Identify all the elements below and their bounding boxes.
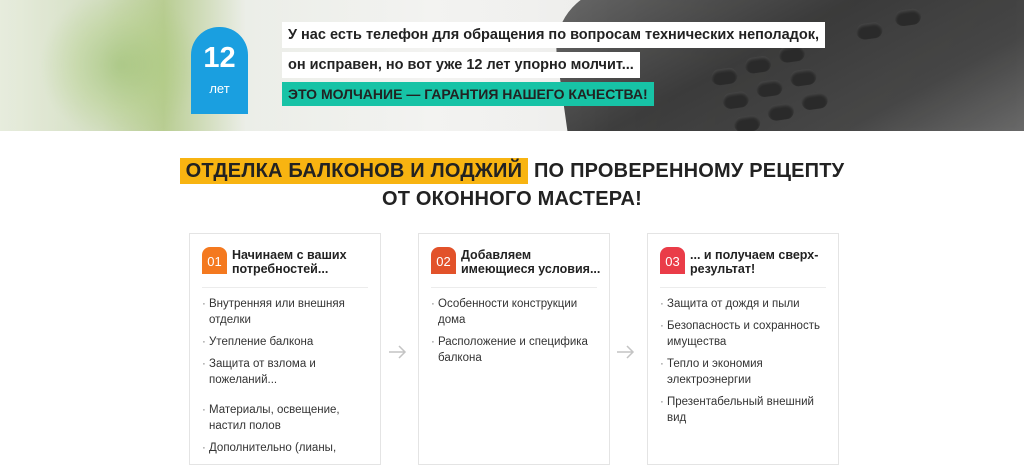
section-heading: ОТДЕЛКА БАЛКОНОВ И ЛОДЖИЙ ПО ПРОВЕРЕННОМ… (0, 157, 1024, 213)
step-number-badge: 03 (660, 247, 685, 274)
list-item: · Дополнительно (лианы, (202, 442, 337, 454)
years-number: 12 (203, 42, 236, 74)
step-title: Добавляем имеющиеся условия... (461, 248, 601, 276)
tagline-line-1: У нас есть телефон для обращения по вопр… (282, 22, 826, 48)
step-number-badge: 02 (431, 247, 456, 274)
list-item: · Особенности конструкции дома (431, 298, 578, 326)
tagline-accent: ЭТО МОЛЧАНИЕ — ГАРАНТИЯ НАШЕГО КАЧЕСТВА! (282, 82, 654, 106)
tagline-line-2: он исправен, но вот уже 12 лет упорно мо… (282, 52, 640, 78)
step-list: · Защита от дождя и пыли · Безопасность и … (660, 296, 830, 432)
heading-line-2: ОТ ОКОННОГО МАСТЕРА! (381, 188, 643, 210)
list-item: · Тепло и экономия электроэнергии (660, 358, 763, 386)
step-card-1: 01 Начинаем с ваших потребностей... · Вну… (189, 233, 381, 465)
list-item: · Презентабельный внешний вид (660, 396, 814, 424)
step-list: · Особенности конструкции дома · Расположе… (431, 296, 601, 372)
years-badge: 12 лет (191, 27, 248, 114)
tagline: У нас есть телефон для обращения по вопр… (282, 22, 826, 106)
step-card-3: 03 ... и получаем сверх-результат! · Защи… (647, 233, 839, 465)
list-item: · Защита от взлома и пожеланий... (202, 358, 316, 386)
list-item: · Внутренняя или внешняя отделки (202, 298, 345, 326)
step-title: Начинаем с ваших потребностей... (232, 248, 347, 276)
hero-banner: 12 лет У нас есть телефон для обращения … (0, 0, 1024, 131)
divider (660, 287, 826, 288)
list-item: · Утепление балкона (202, 336, 314, 348)
heading-rest: ПО ПРОВЕРЕННОМУ РЕЦЕПТУ (533, 160, 845, 182)
heading-highlight: ОТДЕЛКА БАЛКОНОВ И ЛОДЖИЙ (179, 158, 529, 184)
years-unit: лет (209, 81, 230, 96)
step-card-2: 02 Добавляем имеющиеся условия... · Особе… (418, 233, 610, 465)
list-item: · Расположение и специфика балкона (431, 336, 588, 364)
divider (202, 287, 368, 288)
heading-line-1: ОТДЕЛКА БАЛКОНОВ И ЛОДЖИЙ ПО ПРОВЕРЕННОМ… (0, 157, 1024, 185)
step-title: ... и получаем сверх-результат! (690, 248, 819, 276)
steps-section: 01 Начинаем с ваших потребностей... · Вну… (189, 233, 839, 465)
divider (431, 287, 597, 288)
arrow-right-icon (388, 344, 408, 360)
step-number-badge: 01 (202, 247, 227, 274)
list-item: · Материалы, освещение, настил полов (202, 404, 340, 432)
list-item: · Безопасность и сохранность имущества (660, 320, 820, 348)
list-item: · Защита от дождя и пыли (660, 298, 800, 310)
arrow-right-icon (616, 344, 636, 360)
step-list: · Внутренняя или внешняя отделки · Утеплен… (202, 296, 372, 462)
